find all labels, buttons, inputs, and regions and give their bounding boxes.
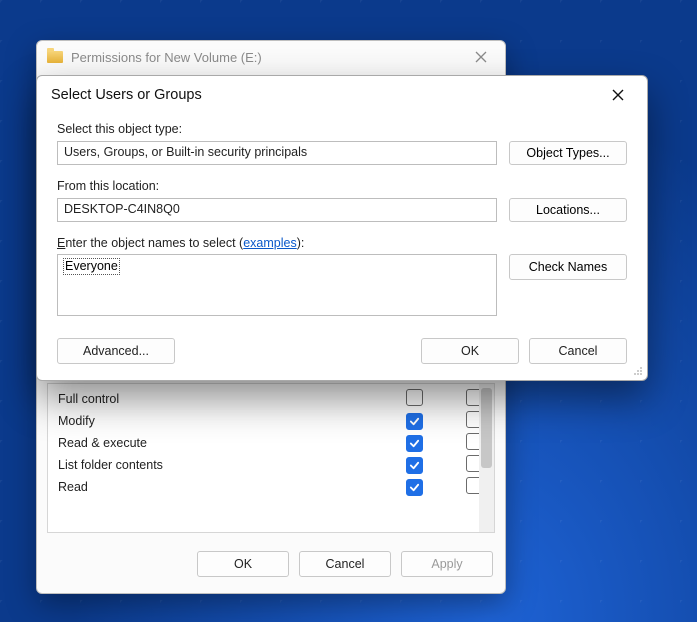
permission-label: Full control [58,392,374,406]
apply-button: Apply [401,551,493,577]
checkbox-checked-icon[interactable] [406,457,423,474]
permissions-titlebar[interactable]: Permissions for New Volume (E:) [37,41,505,73]
examples-link[interactable]: examples [243,236,297,250]
location-label: From this location: [57,179,627,193]
object-type-field: Users, Groups, or Built-in security prin… [57,141,497,165]
permission-row: Read [48,476,494,498]
select-users-dialog: Select Users or Groups Select this objec… [36,75,648,381]
checkbox-icon[interactable] [406,389,423,406]
enter-names-label: Enter the object names to select (exampl… [57,236,627,250]
check-names-button[interactable]: Check Names [509,254,627,280]
cancel-button[interactable]: Cancel [529,338,627,364]
close-icon[interactable] [603,83,633,107]
permission-label: Read [58,480,374,494]
folder-icon [47,51,63,63]
checkbox-checked-icon[interactable] [406,435,423,452]
scrollbar[interactable] [479,384,494,532]
permission-label: List folder contents [58,458,374,472]
checkbox-checked-icon[interactable] [406,479,423,496]
permissions-title: Permissions for New Volume (E:) [71,50,262,65]
resize-grip-icon[interactable] [631,364,643,376]
object-types-button[interactable]: Object Types... [509,141,627,165]
permission-row: Modify [48,410,494,432]
cancel-button[interactable]: Cancel [299,551,391,577]
object-type-label: Select this object type: [57,122,627,136]
checkbox-checked-icon[interactable] [406,413,423,430]
locations-button[interactable]: Locations... [509,198,627,222]
permissions-list: Full control Modify Read & execute List fol… [47,383,495,533]
select-users-titlebar[interactable]: Select Users or Groups [37,76,647,114]
location-field: DESKTOP-C4IN8Q0 [57,198,497,222]
permission-row: Full control [48,388,494,410]
ok-button[interactable]: OK [421,338,519,364]
permission-row: List folder contents [48,454,494,476]
permission-label: Read & execute [58,436,374,450]
close-icon[interactable] [467,47,495,67]
object-names-value: Everyone [63,258,120,275]
advanced-button[interactable]: Advanced... [57,338,175,364]
permission-row: Read & execute [48,432,494,454]
permission-label: Modify [58,414,374,428]
ok-button[interactable]: OK [197,551,289,577]
object-names-input[interactable]: Everyone [57,254,497,316]
dialog-title: Select Users or Groups [51,87,202,103]
